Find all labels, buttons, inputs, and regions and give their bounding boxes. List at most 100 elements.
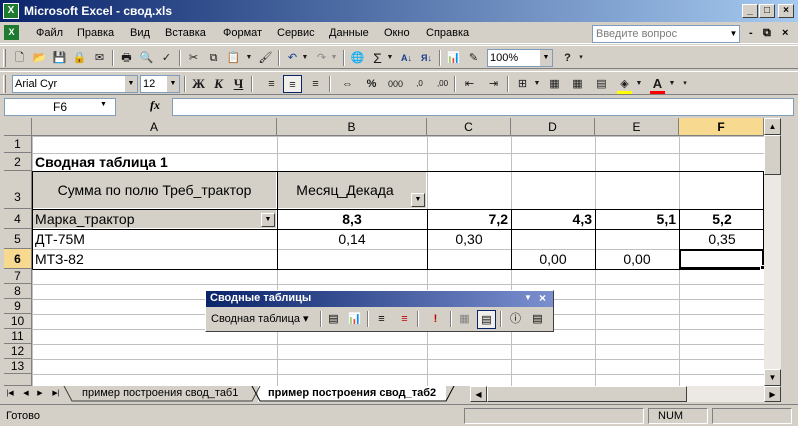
row-header-14[interactable] (4, 374, 32, 386)
help-question-input[interactable]: Введите вопрос (592, 25, 740, 43)
doc-close-button[interactable]: × (782, 27, 788, 39)
chevron-down-icon[interactable]: ▼ (125, 76, 137, 92)
chevron-down-icon[interactable]: ▼ (524, 293, 532, 302)
pivot-chart-icon[interactable]: 📊 (345, 310, 364, 329)
email-icon[interactable]: ✉ (90, 49, 109, 67)
scroll-left-icon[interactable]: ◀ (470, 386, 487, 402)
row-field-dropdown-icon[interactable]: ▼ (261, 213, 275, 227)
pivot-value-cell[interactable]: 0,14 (278, 230, 426, 248)
column-header-d[interactable]: D (511, 118, 595, 136)
sort-descending-icon[interactable]: Я↓ (417, 49, 436, 67)
pivot-column-item[interactable]: 5,1 (596, 210, 676, 228)
pivot-value-cell[interactable]: 0,35 (680, 230, 764, 248)
excel-doc-icon[interactable]: X (4, 25, 19, 40)
horizontal-scrollbar[interactable]: ◀ ▶ (470, 386, 781, 402)
hscroll-thumb[interactable] (487, 386, 687, 402)
save-icon[interactable]: 💾 (50, 49, 69, 67)
hide-detail-icon[interactable]: ≡ (372, 310, 391, 329)
align-left-icon[interactable]: ≡ (262, 75, 281, 93)
show-detail-icon[interactable]: ≡ (395, 310, 414, 329)
toolbar-options-icon[interactable]: ▾ (680, 75, 690, 93)
refresh-data-icon[interactable]: ! (426, 310, 445, 329)
close-button[interactable]: × (778, 4, 794, 18)
help-icon[interactable]: ? (558, 49, 577, 67)
pivot-table-menu[interactable]: Сводная таблица ▾ (211, 312, 309, 325)
format-painter-icon[interactable]: 🖌 (256, 49, 275, 67)
pivot-toolbar-titlebar[interactable]: Сводные таблицы ▼ × (206, 291, 553, 307)
chevron-down-icon[interactable]: ▼ (540, 50, 552, 66)
decrease-decimal-icon[interactable]: ,00 (433, 75, 452, 93)
chevron-down-icon[interactable]: ▼ (244, 49, 254, 67)
menu-window[interactable]: Окно (384, 27, 410, 39)
font-name-select[interactable]: Arial Cyr (12, 75, 138, 93)
scroll-thumb[interactable] (764, 135, 781, 175)
print-preview-icon[interactable]: 🔍 (137, 49, 156, 67)
minimize-button[interactable]: _ (742, 4, 758, 18)
worksheet-grid[interactable]: A B C D E F 1 2 3 4 5 6 7 8 9 10 11 12 1… (4, 118, 764, 386)
doc-restore-button[interactable]: ⧉ (763, 27, 771, 40)
pivot-column-item[interactable]: 8,3 (278, 210, 426, 228)
chevron-down-icon[interactable]: ▼ (300, 49, 310, 67)
maximize-button[interactable]: □ (759, 4, 775, 18)
include-hidden-icon[interactable]: ▦ (455, 310, 474, 329)
grid-icon[interactable]: ▦ (568, 75, 587, 93)
chevron-down-icon[interactable]: ▼ (100, 101, 107, 108)
row-header-4[interactable]: 4 (4, 209, 32, 229)
cut-icon[interactable]: ✂ (184, 49, 203, 67)
increase-decimal-icon[interactable]: ,0 (410, 75, 429, 93)
row-header-12[interactable]: 12 (4, 344, 32, 359)
pivot-column-item[interactable]: 4,3 (512, 210, 592, 228)
pivot-table-toolbar[interactable]: Сводные таблицы ▼ × Сводная таблица ▾ ▤ … (205, 290, 554, 332)
menu-view[interactable]: Вид (130, 27, 150, 39)
doc-minimize-button[interactable]: - (749, 27, 753, 39)
chevron-down-icon[interactable]: ▼ (167, 76, 179, 92)
pivot-column-item[interactable]: 5,2 (680, 210, 764, 228)
menu-edit[interactable]: Правка (77, 27, 114, 39)
row-header-8[interactable]: 8 (4, 284, 32, 299)
row-header-3[interactable]: 3 (4, 171, 32, 209)
select-all-corner[interactable] (4, 118, 32, 136)
drawing-icon[interactable]: ✎ (464, 49, 483, 67)
merge-center-icon[interactable]: ⇔ (338, 75, 357, 93)
pivot-title[interactable]: Сводная таблица 1 (35, 154, 168, 171)
align-center-icon[interactable]: ≡ (283, 75, 302, 93)
row-header-9[interactable]: 9 (4, 299, 32, 314)
permission-icon[interactable]: 🔒 (70, 49, 89, 67)
format-report-icon[interactable]: ▤ (324, 310, 343, 329)
column-field-dropdown-icon[interactable]: ▼ (411, 193, 425, 207)
table-icon[interactable]: ▤ (592, 75, 611, 93)
pivot-value-cell[interactable]: 0,30 (428, 230, 510, 248)
row-header-7[interactable]: 7 (4, 269, 32, 284)
chevron-down-icon[interactable]: ▼ (634, 75, 644, 93)
bold-button[interactable]: Ж (189, 75, 208, 93)
percent-icon[interactable]: % (362, 75, 381, 93)
scroll-up-icon[interactable]: ▲ (764, 118, 781, 135)
pivot-value-cell[interactable]: 0,00 (596, 250, 678, 268)
menu-format[interactable]: Формат (223, 27, 262, 39)
pivot-column-item[interactable]: 7,2 (428, 210, 508, 228)
menu-data[interactable]: Данные (329, 27, 369, 39)
close-icon[interactable]: × (539, 291, 546, 305)
decrease-indent-icon[interactable]: ⇤ (460, 75, 479, 93)
active-cell-f6[interactable] (679, 249, 764, 269)
thousands-icon[interactable]: 000 (386, 75, 405, 93)
row-header-10[interactable]: 10 (4, 314, 32, 329)
row-header-5[interactable]: 5 (4, 229, 32, 249)
hyperlink-icon[interactable]: 🌐 (348, 49, 367, 67)
row-header-1[interactable]: 1 (4, 136, 32, 153)
title-bar[interactable]: X Microsoft Excel - свод.xls _ □ × (0, 0, 798, 22)
scroll-right-icon[interactable]: ▶ (764, 386, 781, 402)
chevron-down-icon[interactable]: ▼ (329, 49, 339, 67)
column-header-f[interactable]: F (679, 118, 764, 136)
chart-wizard-icon[interactable]: 📊 (444, 49, 463, 67)
align-right-icon[interactable]: ≡ (306, 75, 325, 93)
menu-tools[interactable]: Сервис (277, 27, 315, 39)
row-header-13[interactable]: 13 (4, 359, 32, 374)
pivot-row-item[interactable]: ДТ-75М (35, 230, 85, 248)
pivot-value-cell[interactable]: 0,00 (512, 250, 594, 268)
open-icon[interactable]: 📂 (30, 49, 49, 67)
menu-file[interactable]: Файл (36, 27, 63, 39)
pivot-data-field[interactable]: Сумма по полю Треб_трактор (33, 172, 276, 208)
row-header-2[interactable]: 2 (4, 153, 32, 171)
row-header-6[interactable]: 6 (4, 249, 32, 269)
